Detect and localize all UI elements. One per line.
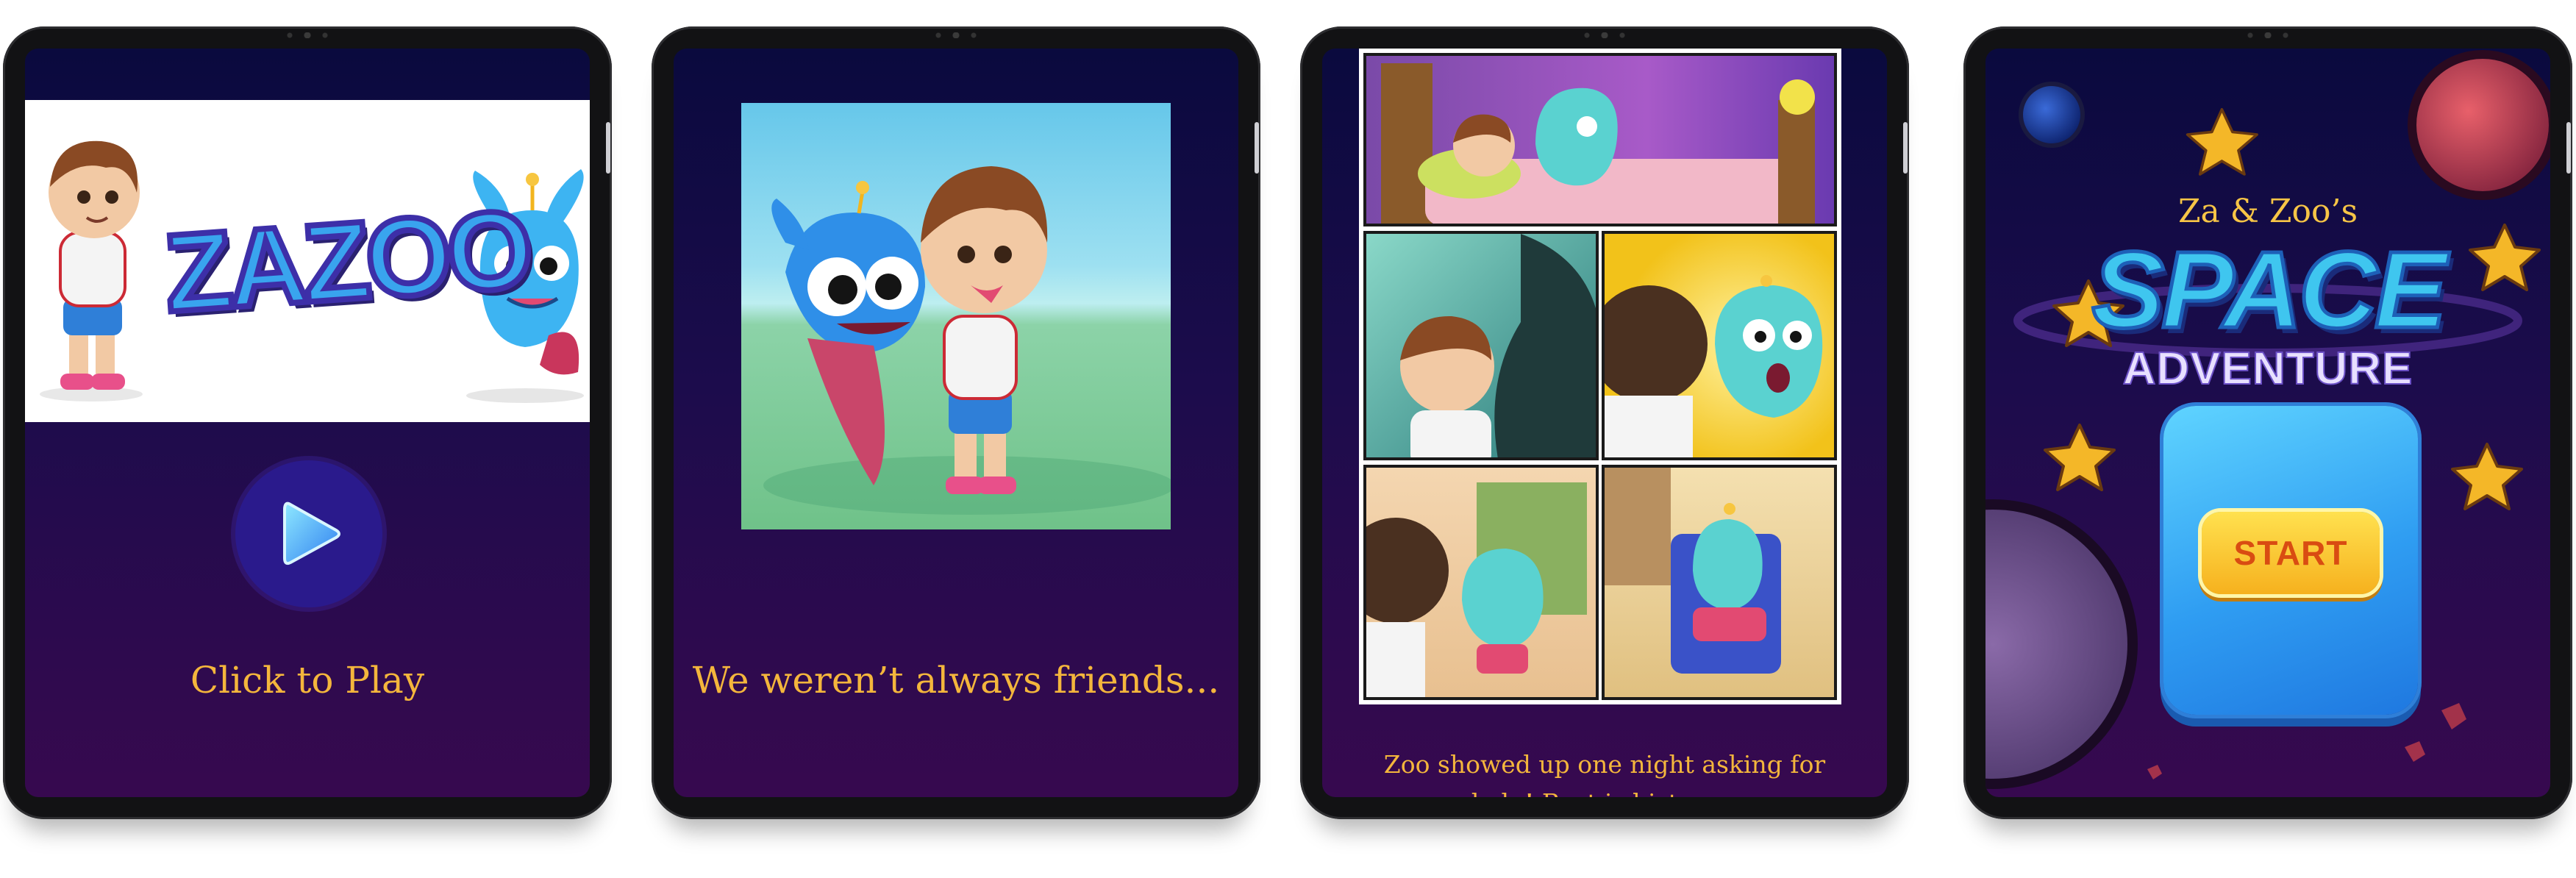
story-caption: We weren’t always friends... <box>692 659 1220 702</box>
comic-panel-3 <box>1602 231 1837 460</box>
click-to-play-label[interactable]: Click to Play <box>25 659 590 702</box>
zazoo-logo: ZAZOO <box>158 184 535 338</box>
game-subtitle: Za & Zoo’s <box>2177 193 2358 230</box>
story-caption: Zoo showed up one night asking for help!… <box>1383 750 1826 797</box>
play-button[interactable] <box>235 460 382 607</box>
game-title-adventure: ADVENTURE <box>2122 343 2413 395</box>
start-panel: START <box>2163 406 2418 715</box>
story-screen-2: Zoo showed up one night asking for help!… <box>1322 49 1887 797</box>
intro-screen: ZAZOO Click to Play <box>25 49 590 797</box>
za-character-illustration <box>40 140 143 401</box>
start-button[interactable]: START <box>2202 512 2380 594</box>
tablet-frame-3: Zoo showed up one night asking for help!… <box>1300 26 1909 819</box>
tablet-frame-1: ZAZOO Click to Play <box>3 26 612 819</box>
comic-panel-5 <box>1602 465 1837 700</box>
title-screen: Za & Zoo’s SPACE ADVENTURE START <box>1985 49 2550 797</box>
tablet-frame-4: Za & Zoo’s SPACE ADVENTURE START <box>1963 26 2572 819</box>
comic-page <box>1359 49 1841 704</box>
zazoo-hero-banner: ZAZOO <box>25 100 590 422</box>
game-title: SPACE <box>2090 228 2449 353</box>
play-icon <box>283 502 340 565</box>
app-screenshots-showcase: ZAZOO Click to Play We weren’t always fr… <box>0 0 2576 878</box>
tablet-frame-2: We weren’t always friends... <box>652 26 1260 819</box>
friends-scene-illustration <box>741 103 1171 529</box>
comic-panel-2 <box>1363 231 1599 460</box>
story-screen-1: We weren’t always friends... <box>674 49 1238 797</box>
comic-panel-1 <box>1363 53 1837 226</box>
comic-panel-4 <box>1363 465 1599 700</box>
